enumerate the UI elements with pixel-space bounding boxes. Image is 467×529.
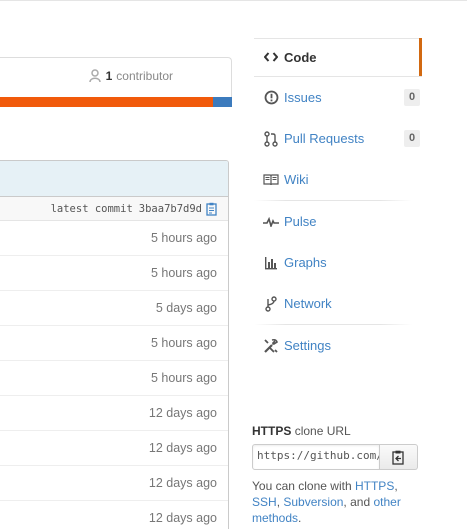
code-icon (263, 49, 279, 65)
clone-help-text: You can clone with HTTPS, SSH, Subversio… (252, 478, 422, 526)
clone-title-suffix: clone URL (294, 424, 351, 438)
pull-requests-counter: 0 (404, 130, 420, 147)
page-top-border (0, 0, 467, 1)
language-segment-primary[interactable] (0, 97, 213, 107)
contributor-icon (88, 69, 101, 83)
nav-item-label: Code (284, 49, 317, 65)
contributors-label: contributor (116, 69, 173, 83)
file-age: 12 days ago (148, 511, 217, 525)
file-table: latest commit 3baa7b7d9d 5 hours ago 5 h… (0, 160, 229, 529)
clone-url-box: HTTPS clone URL https://github.com/ You … (252, 424, 422, 526)
nav-item-network[interactable]: Network (254, 283, 422, 324)
ssh-link[interactable]: SSH (252, 495, 277, 509)
wiki-icon (263, 172, 279, 188)
clone-help-prefix: You can clone with (252, 479, 352, 493)
nav-item-code[interactable]: Code (254, 38, 422, 76)
clipboard-icon (392, 450, 404, 465)
clipboard-icon[interactable] (206, 202, 218, 216)
clone-protocol: HTTPS (252, 424, 292, 438)
file-age: 5 hours ago (150, 371, 217, 385)
pull-request-icon (263, 130, 279, 147)
file-row[interactable]: 5 hours ago (0, 221, 228, 256)
clone-help-comma: , (276, 495, 281, 509)
language-bar[interactable] (0, 97, 232, 107)
nav-item-pulse[interactable]: Pulse (254, 201, 422, 242)
nav-item-label: Wiki (284, 172, 309, 187)
clone-help-comma: , (394, 479, 398, 493)
nav-item-wiki[interactable]: Wiki (254, 159, 422, 200)
network-icon (263, 295, 279, 312)
clone-url-input[interactable]: https://github.com/ (252, 444, 380, 470)
graphs-icon (263, 255, 279, 271)
pulse-icon (263, 214, 279, 230)
settings-icon (263, 338, 279, 354)
file-row[interactable]: 5 days ago (0, 291, 228, 326)
clone-help-period: . (298, 511, 302, 525)
language-segment-secondary[interactable] (213, 97, 232, 107)
file-row[interactable]: 12 days ago (0, 466, 228, 501)
nav-item-label: Pull Requests (284, 131, 365, 146)
clone-help-and: , and (343, 495, 371, 509)
nav-item-label: Issues (284, 90, 322, 105)
issues-counter: 0 (404, 89, 420, 106)
repo-nav: Code Issues 0 Pull Requests 0 Wiki Pulse… (254, 38, 422, 366)
file-table-header (0, 161, 228, 197)
file-row[interactable]: 5 hours ago (0, 326, 228, 361)
https-link[interactable]: HTTPS (355, 479, 394, 493)
file-age: 5 days ago (155, 301, 217, 315)
latest-commit-label: latest commit (50, 202, 133, 215)
file-age: 12 days ago (148, 441, 217, 455)
contributors-box: 1 contributor (0, 57, 232, 97)
nav-item-label: Pulse (284, 214, 317, 229)
file-age: 12 days ago (148, 476, 217, 490)
nav-item-pull-requests[interactable]: Pull Requests 0 (254, 118, 422, 159)
file-age: 5 hours ago (150, 336, 217, 350)
clone-url-title: HTTPS clone URL (252, 424, 422, 438)
nav-item-issues[interactable]: Issues 0 (254, 77, 422, 118)
file-row[interactable]: 5 hours ago (0, 256, 228, 291)
commit-hash-link[interactable]: 3baa7b7d9d (139, 203, 202, 215)
nav-item-label: Settings (284, 338, 331, 353)
nav-item-settings[interactable]: Settings (254, 325, 422, 366)
file-row[interactable]: 12 days ago (0, 396, 228, 431)
contributors-link[interactable]: 1 contributor (88, 69, 173, 83)
nav-item-graphs[interactable]: Graphs (254, 242, 422, 283)
file-row[interactable]: 5 hours ago (0, 361, 228, 396)
file-age: 12 days ago (148, 406, 217, 420)
subversion-link[interactable]: Subversion (283, 495, 343, 509)
contributors-count: 1 (105, 69, 113, 83)
file-row[interactable]: 12 days ago (0, 501, 228, 529)
latest-commit-bar: latest commit 3baa7b7d9d (0, 197, 228, 221)
file-age: 5 hours ago (150, 231, 217, 245)
copy-clone-url-button[interactable] (380, 444, 418, 470)
clone-url-row: https://github.com/ (252, 444, 422, 470)
file-age: 5 hours ago (150, 266, 217, 280)
issues-icon (263, 90, 279, 106)
nav-item-label: Network (284, 296, 332, 311)
file-row[interactable]: 12 days ago (0, 431, 228, 466)
nav-item-label: Graphs (284, 255, 327, 270)
